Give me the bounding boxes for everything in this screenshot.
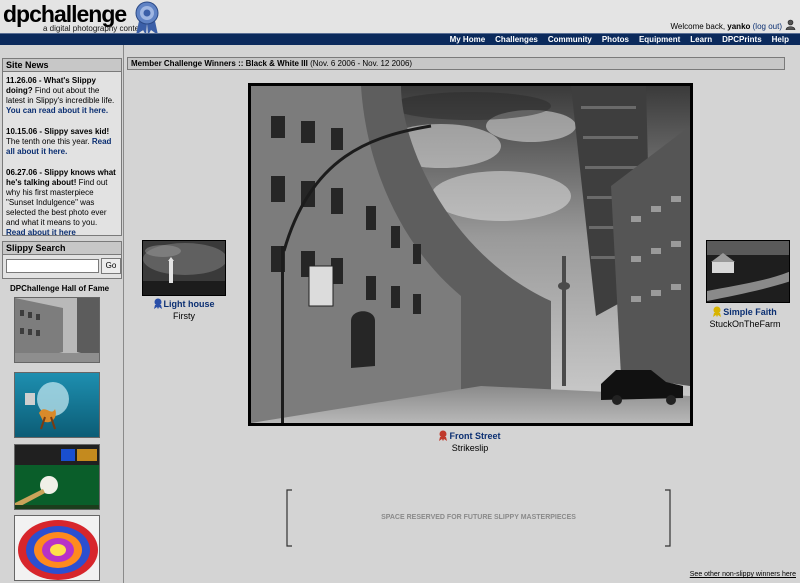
site-logo[interactable]: dpchallenge <box>3 2 127 26</box>
search-input[interactable] <box>6 259 99 273</box>
third-place-photo[interactable] <box>706 240 790 303</box>
nav-bar: My Home Challenges Community Photos Equi… <box>0 33 800 45</box>
site-news-title: Site News <box>3 59 121 72</box>
hof-thumbnail-swirl[interactable] <box>14 515 100 581</box>
reserved-space-text: SPACE RESERVED FOR FUTURE SLIPPY MASTERP… <box>381 514 576 521</box>
third-place-ribbon-icon <box>713 306 722 319</box>
news-item: 11.26.06 - What's Slippy doing? Find out… <box>3 76 121 116</box>
first-place-caption: Front Street Strikeslip <box>420 430 520 453</box>
nav-equipment[interactable]: Equipment <box>634 34 685 46</box>
second-place-title[interactable]: Light house <box>164 299 215 309</box>
nav-learn[interactable]: Learn <box>685 34 717 46</box>
other-winners-link[interactable]: See other non-slippy winners here <box>690 571 796 578</box>
challenge-title: Member Challenge Winners :: Black & Whit… <box>131 59 308 68</box>
second-place-photo[interactable] <box>142 240 226 296</box>
first-place-title[interactable]: Front Street <box>449 431 500 441</box>
nav-dpcprints[interactable]: DPCPrints <box>717 34 767 46</box>
nav-my-home[interactable]: My Home <box>445 34 491 46</box>
third-place-author[interactable]: StuckOnTheFarm <box>690 319 800 329</box>
second-place-ribbon-icon <box>153 298 162 311</box>
logout-link[interactable]: (log out) <box>753 22 782 31</box>
nav-challenges[interactable]: Challenges <box>490 34 543 46</box>
hof-thumbnail-building[interactable] <box>14 297 100 363</box>
user-icon[interactable] <box>785 19 796 32</box>
third-place-caption: Simple Faith StuckOnTheFarm <box>690 306 800 329</box>
news-item: 06.27.06 - Slippy knows what he's talkin… <box>3 168 121 238</box>
sidebar: Site News 11.26.06 - What's Slippy doing… <box>0 45 124 583</box>
logo-ribbon-icon <box>134 1 160 37</box>
hall-of-fame-title: DPChallenge Hall of Fame <box>10 284 110 293</box>
nav-photos[interactable]: Photos <box>597 34 634 46</box>
site-tagline: a digital photography contest <box>43 24 146 33</box>
hof-thumbnail-billiards[interactable] <box>14 444 100 510</box>
news-item: 10.15.06 - Slippy saves kid! The tenth o… <box>3 127 121 157</box>
search-title: Slippy Search <box>3 242 121 255</box>
news-body: The tenth one this year. <box>6 137 92 146</box>
search-box: Slippy Search Go <box>2 241 122 279</box>
hof-thumbnail-lightbulb[interactable] <box>14 372 100 438</box>
first-place-author[interactable]: Strikeslip <box>420 443 520 453</box>
header: dpchallenge a digital photography contes… <box>0 0 800 37</box>
site-news-box: Site News 11.26.06 - What's Slippy doing… <box>2 58 122 238</box>
news-link[interactable]: Read about it here <box>6 228 76 237</box>
third-place-title[interactable]: Simple Faith <box>723 307 777 317</box>
reserved-space: SPACE RESERVED FOR FUTURE SLIPPY MASTERP… <box>286 489 671 547</box>
news-headline: 10.15.06 - Slippy saves kid! <box>6 127 110 136</box>
nav-help[interactable]: Help <box>767 34 794 46</box>
username: yanko <box>727 22 751 31</box>
challenge-title-bar: Member Challenge Winners :: Black & Whit… <box>127 57 785 70</box>
search-go-button[interactable]: Go <box>101 258 121 274</box>
second-place-author[interactable]: Firsty <box>124 311 244 321</box>
first-place-ribbon-icon <box>439 430 448 443</box>
first-place-photo[interactable] <box>248 83 693 426</box>
welcome-message: Welcome back, yanko (log out) <box>671 22 782 31</box>
nav-community[interactable]: Community <box>543 34 597 46</box>
challenge-dates: (Nov. 6 2006 - Nov. 12 2006) <box>307 59 413 68</box>
news-link[interactable]: You can read about it here. <box>6 106 108 115</box>
welcome-prefix: Welcome back, <box>670 22 728 31</box>
second-place-caption: Light house Firsty <box>124 298 244 321</box>
